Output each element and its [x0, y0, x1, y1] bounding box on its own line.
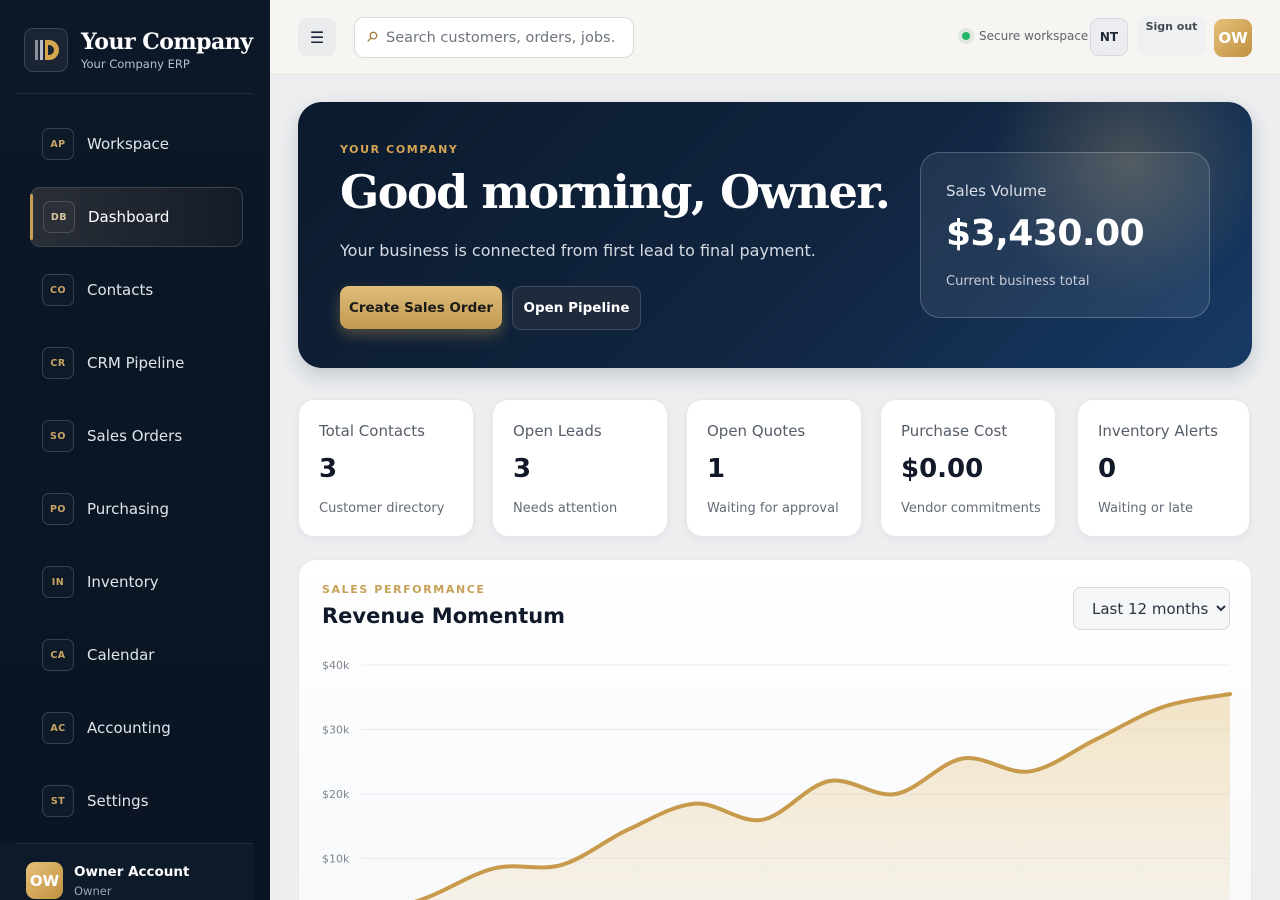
y-tick-label: $30k: [322, 724, 350, 737]
revenue-chart: $40k $30k $20k $10k: [322, 659, 1232, 900]
stat-value: $0.00: [901, 454, 984, 484]
create-sales-order-button[interactable]: Create Sales Order: [340, 286, 502, 329]
sales-volume-footnote: Current business total: [946, 274, 1090, 289]
sales-volume-card: Sales Volume $3,430.00 Current business …: [920, 152, 1210, 318]
y-tick-label: $20k: [322, 788, 350, 801]
account-name: Owner Account: [74, 864, 190, 880]
sidebar-item-badge: SO: [42, 420, 74, 452]
sidebar-item-label: Workspace: [87, 135, 169, 153]
sidebar-item-badge: CO: [42, 274, 74, 306]
revenue-chart-card: SALES PERFORMANCE Revenue Momentum Last …: [298, 559, 1252, 900]
stat-footnote: Needs attention: [513, 501, 618, 516]
sales-volume-label: Sales Volume: [946, 182, 1047, 200]
sales-volume-value: $3,430.00: [946, 213, 1145, 254]
stat-footnote: Vendor commitments: [901, 501, 1041, 516]
sidebar-item-label: Accounting: [87, 719, 171, 737]
open-pipeline-button[interactable]: Open Pipeline: [512, 286, 641, 330]
search-input[interactable]: [386, 29, 616, 46]
sidebar-item-label: Inventory: [87, 573, 159, 591]
sidebar-item-badge: AP: [42, 128, 74, 160]
sidebar-item-label: Dashboard: [88, 208, 170, 226]
sidebar-item-settings[interactable]: ST Settings: [30, 771, 243, 831]
sidebar-item-badge: ST: [42, 785, 74, 817]
stat-value: 3: [513, 454, 532, 484]
brand-subtitle: Your Company ERP: [81, 56, 190, 71]
stat-card-open-leads[interactable]: Open Leads 3 Needs attention: [492, 399, 668, 537]
sidebar-item-badge: CA: [42, 639, 74, 671]
sidebar-item-label: Purchasing: [87, 500, 170, 518]
stat-value: 1: [707, 454, 726, 484]
sidebar-item-label: Calendar: [87, 646, 155, 664]
menu-toggle-button[interactable]: ☰: [298, 18, 336, 56]
stat-label: Inventory Alerts: [1098, 422, 1218, 440]
stat-footnote: Customer directory: [319, 501, 445, 516]
search-icon: [367, 31, 378, 45]
stat-value: 0: [1098, 454, 1117, 484]
sidebar-item-badge: DB: [43, 201, 75, 233]
stat-card-inventory-alerts[interactable]: Inventory Alerts 0 Waiting or late: [1077, 399, 1250, 537]
company-logo-icon: [24, 28, 68, 72]
user-avatar[interactable]: OW: [1214, 19, 1252, 57]
stat-card-open-quotes[interactable]: Open Quotes 1 Waiting for approval: [686, 399, 862, 537]
account-avatar[interactable]: OW: [26, 862, 63, 899]
stat-footnote: Waiting for approval: [707, 501, 839, 516]
secure-status: Secure workspace: [958, 28, 1088, 44]
sidebar-item-accounting[interactable]: AC Accounting: [30, 698, 243, 758]
brand[interactable]: Your Company Your Company ERP: [24, 28, 253, 72]
account-role: Owner: [74, 884, 112, 898]
sidebar-item-label: Sales Orders: [87, 427, 183, 445]
sidebar-item-badge: CR: [42, 347, 74, 379]
stat-card-purchase-cost[interactable]: Purchase Cost $0.00 Vendor commitments: [880, 399, 1056, 537]
sidebar-item-crm-pipeline[interactable]: CR CRM Pipeline: [30, 333, 243, 393]
hero-title: Good morning, Owner.: [340, 165, 891, 219]
hamburger-icon: ☰: [309, 27, 325, 47]
search-box[interactable]: [354, 17, 634, 58]
stat-label: Open Quotes: [707, 422, 806, 440]
stat-label: Purchase Cost: [901, 422, 1008, 440]
sidebar-item-label: CRM Pipeline: [87, 354, 185, 372]
y-tick-label: $40k: [322, 659, 350, 672]
hero-subtitle: Your business is connected from first le…: [340, 241, 816, 260]
stat-label: Open Leads: [513, 422, 602, 440]
hero-eyebrow: YOUR COMPANY: [340, 143, 459, 156]
secure-label: Secure workspace: [979, 29, 1089, 43]
sidebar-item-sales-orders[interactable]: SO Sales Orders: [30, 406, 243, 466]
sidebar-item-badge: IN: [42, 566, 74, 598]
sidebar-item-dashboard[interactable]: DB Dashboard: [30, 187, 243, 247]
sidebar-divider: [16, 93, 253, 94]
sidebar-item-purchasing[interactable]: PO Purchasing: [30, 479, 243, 539]
sidebar-item-label: Settings: [87, 792, 149, 810]
hero-banner: YOUR COMPANY Good morning, Owner. Your b…: [298, 102, 1252, 368]
stat-value: 3: [319, 454, 338, 484]
sidebar-item-contacts[interactable]: CO Contacts: [30, 260, 243, 320]
status-dot-icon: [958, 28, 974, 44]
sidebar-item-badge: AC: [42, 712, 74, 744]
y-tick-label: $10k: [322, 853, 350, 866]
sidebar-item-badge: PO: [42, 493, 74, 525]
sidebar: Your Company Your Company ERP AP Workspac…: [0, 0, 270, 900]
brand-name: Your Company: [81, 28, 253, 55]
nt-button[interactable]: NT: [1090, 18, 1128, 56]
sign-out-button[interactable]: Sign out: [1138, 16, 1205, 56]
sidebar-item-calendar[interactable]: CA Calendar: [30, 625, 243, 685]
stat-footnote: Waiting or late: [1098, 501, 1194, 516]
stat-label: Total Contacts: [319, 422, 425, 440]
sidebar-item-inventory[interactable]: IN Inventory: [30, 552, 243, 612]
stat-card-total-contacts[interactable]: Total Contacts 3 Customer directory: [298, 399, 474, 537]
sidebar-item-workspace[interactable]: AP Workspace: [30, 114, 243, 174]
sidebar-item-label: Contacts: [87, 281, 154, 299]
